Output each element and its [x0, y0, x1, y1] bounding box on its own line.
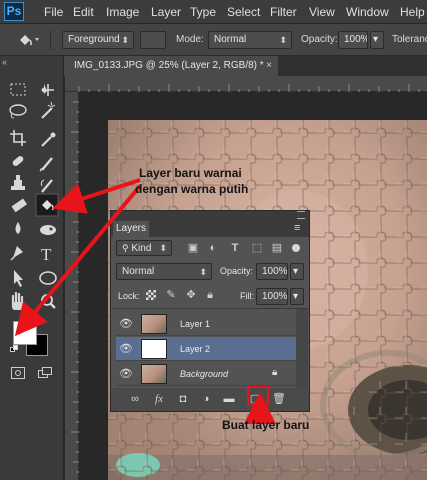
annotation-bottom: Buat layer baru	[222, 418, 310, 432]
annotation-top-line2: dengan warna putih	[135, 182, 249, 196]
annotation-arrows	[14, 178, 276, 424]
annotation-top-line1: Layer baru warnai	[139, 166, 242, 180]
